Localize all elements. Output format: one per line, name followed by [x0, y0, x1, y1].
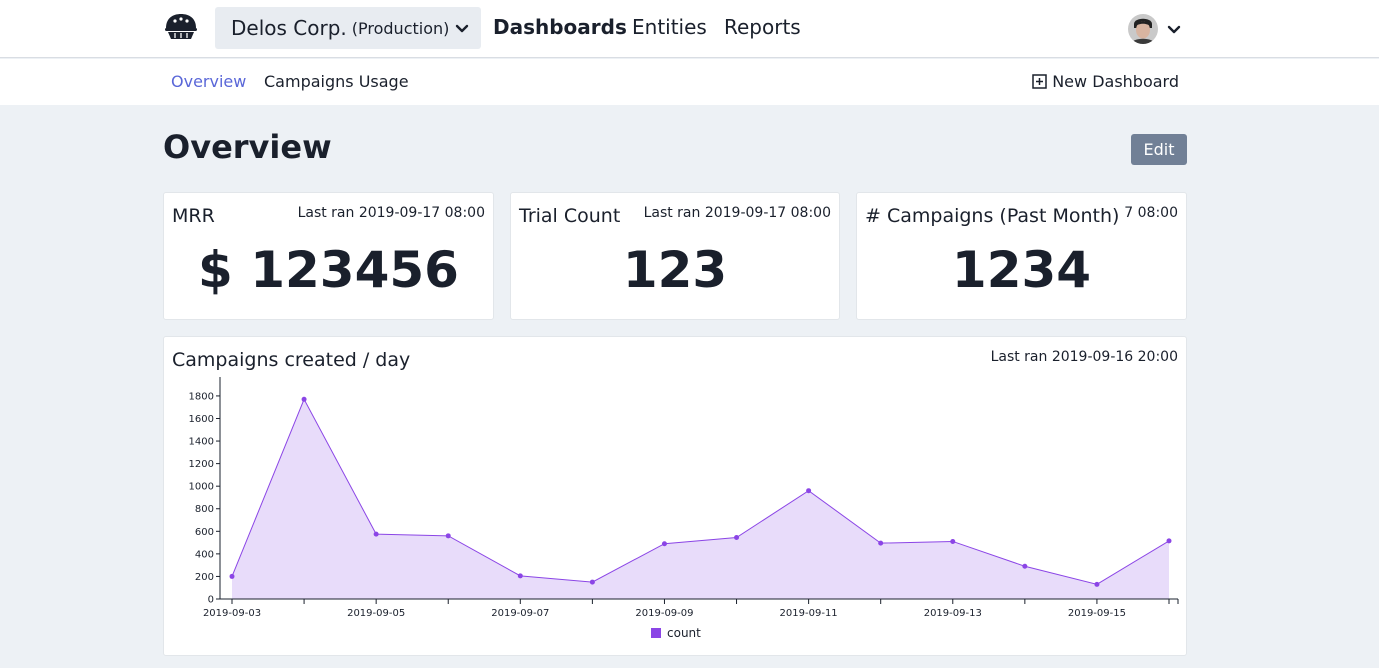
tab-overview[interactable]: Overview: [171, 72, 246, 91]
data-point-2019-09-11: [806, 488, 812, 494]
card-title: MRR: [172, 205, 215, 227]
y-tick-label-1400: 1400: [189, 437, 214, 448]
data-point-2019-09-09: [661, 541, 667, 547]
y-tick-label-600: 600: [195, 527, 214, 538]
trial-count-card: Trial Count Last ran 2019-09-17 08:00 12…: [510, 192, 840, 320]
pie-logo-icon[interactable]: [163, 11, 199, 41]
y-tick-label-400: 400: [195, 549, 214, 560]
new-dashboard-label: New Dashboard: [1052, 72, 1179, 91]
nav-dashboards[interactable]: Dashboards: [493, 15, 627, 39]
metric-value: 123: [622, 241, 728, 299]
campaigns-past-month-card: # Campaigns (Past Month) 7 08:00 1234: [856, 192, 1187, 320]
card-title: Trial Count: [519, 205, 621, 227]
tab-campaigns-usage[interactable]: Campaigns Usage: [264, 72, 409, 91]
data-point-2019-09-14: [1022, 563, 1028, 569]
new-dashboard-button[interactable]: New Dashboard: [1032, 72, 1179, 91]
org-switcher[interactable]: Delos Corp. (Production): [215, 7, 481, 49]
data-point-2019-09-07: [517, 573, 523, 579]
last-ran-timestamp: Last ran 2019-09-16 20:00: [990, 349, 1178, 365]
y-tick-label-1200: 1200: [189, 459, 214, 470]
user-menu[interactable]: [1128, 14, 1181, 44]
edit-button[interactable]: Edit: [1131, 134, 1187, 165]
chevron-down-icon: [455, 19, 469, 38]
data-point-2019-09-05: [373, 531, 379, 537]
legend-swatch-count: [651, 628, 661, 638]
x-tick-label-2019-09-15: 2019-09-15: [1068, 608, 1126, 619]
x-tick-label-2019-09-13: 2019-09-13: [924, 608, 982, 619]
card-title: Campaigns created / day: [172, 349, 411, 371]
data-point-2019-09-10: [734, 535, 740, 541]
x-tick-label-2019-09-07: 2019-09-07: [491, 608, 549, 619]
nav-entities[interactable]: Entities: [632, 15, 707, 39]
y-tick-label-1000: 1000: [189, 482, 214, 493]
nav-reports[interactable]: Reports: [724, 15, 801, 39]
campaigns-per-day-card: Campaigns created / day Last ran 2019-09…: [163, 336, 1187, 656]
legend-label-count: count: [667, 626, 701, 640]
y-tick-label-200: 200: [195, 572, 214, 583]
org-name: Delos Corp.: [231, 16, 347, 40]
metric-value: 1234: [951, 241, 1092, 299]
plus-square-icon: [1032, 74, 1047, 89]
chevron-down-icon: [1167, 20, 1181, 39]
y-tick-label-1600: 1600: [189, 414, 214, 425]
data-point-2019-09-13: [950, 538, 956, 544]
last-ran-timestamp: 7 08:00: [1124, 205, 1178, 221]
data-point-2019-09-08: [589, 579, 595, 585]
x-tick-label-2019-09-05: 2019-09-05: [347, 608, 405, 619]
data-point-2019-09-15: [1094, 581, 1100, 587]
last-ran-timestamp: Last ran 2019-09-17 08:00: [297, 205, 485, 221]
mrr-card: MRR Last ran 2019-09-17 08:00 $ 123456: [163, 192, 494, 320]
metric-value: $ 123456: [198, 241, 459, 299]
dashboard-subnav: Overview Campaigns Usage New Dashboard: [0, 59, 1379, 105]
page-title: Overview: [163, 128, 332, 166]
card-title: # Campaigns (Past Month): [865, 205, 1120, 227]
y-tick-label-0: 0: [208, 595, 214, 606]
x-tick-label-2019-09-03: 2019-09-03: [203, 608, 261, 619]
data-point-2019-09-06: [445, 533, 451, 539]
data-point-2019-09-03: [229, 573, 235, 579]
campaigns-area-chart: 0 200 400 600 800 1000 1200 1400 1600 1800 2019-09…: [189, 377, 1179, 640]
last-ran-timestamp: Last ran 2019-09-17 08:00: [643, 205, 831, 221]
data-point-2019-09-16: [1166, 538, 1172, 544]
top-navbar: Delos Corp. (Production) Dashboards Enti…: [0, 0, 1379, 58]
y-tick-label-1800: 1800: [189, 391, 214, 402]
org-environment: (Production): [351, 18, 450, 38]
y-tick-label-800: 800: [195, 504, 214, 515]
x-tick-label-2019-09-11: 2019-09-11: [780, 608, 838, 619]
x-tick-label-2019-09-09: 2019-09-09: [635, 608, 693, 619]
avatar: [1128, 14, 1158, 44]
data-point-2019-09-12: [878, 540, 884, 546]
data-point-2019-09-04: [301, 396, 307, 402]
series-area-count: [232, 399, 1169, 599]
